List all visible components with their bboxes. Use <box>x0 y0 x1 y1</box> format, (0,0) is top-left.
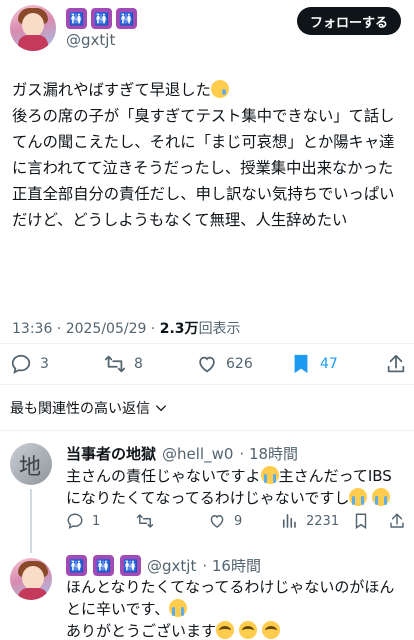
reply2-handle[interactable]: @gxtjt <box>147 557 196 575</box>
crying-face-emoji-icon <box>169 599 188 617</box>
avatar-body <box>18 588 48 600</box>
retweet-icon <box>136 514 154 528</box>
reply1-reply-count: 1 <box>92 513 101 529</box>
tweet-timestamp[interactable]: 13:36 · 2025/05/29 · <box>12 321 160 337</box>
reply1-time: · 18時間 <box>239 445 299 463</box>
reply-sort-selector[interactable]: 最も関連性の高い返信 <box>10 398 168 418</box>
crying-face-emoji-icon <box>260 466 279 484</box>
reply1-like-count: 9 <box>234 513 243 529</box>
share-icon <box>390 513 404 528</box>
crying-face-emoji-icon <box>349 488 368 506</box>
avatar-body <box>18 35 48 51</box>
avatar-face <box>22 566 44 590</box>
reply1-like-button[interactable]: 9 <box>208 512 242 530</box>
reply1-reply-button[interactable]: 1 <box>66 512 100 530</box>
thread-line <box>30 489 32 553</box>
bookmark-count: 47 <box>320 356 338 372</box>
share-button[interactable] <box>385 353 407 375</box>
sad-face-emoji-icon <box>210 80 229 98</box>
author-handle[interactable]: @gxtjt <box>66 31 115 49</box>
bookmark-icon <box>355 513 367 530</box>
pleading-face-emoji-icon <box>238 621 257 639</box>
tweet-text: ガス漏れやばすぎて早退した 後ろの席の子が「臭すぎてテスト集中できない」て話して… <box>12 77 404 233</box>
avatar-face <box>22 13 44 37</box>
tweet-text-body: 後ろの席の子が「臭すぎてテスト集中できない」て話してんの聞こえたし、それに「まじ… <box>12 107 395 229</box>
reply1-avatar[interactable]: 地 <box>10 443 52 485</box>
heart-icon <box>199 356 215 373</box>
restroom-emoji-icon: 🚻 <box>66 8 87 29</box>
heart-icon <box>210 515 224 528</box>
view-count-label: 回表示 <box>198 321 241 337</box>
reply2-text: ほんとなりたくてなってるわけじゃないのがほんとに辛いです、 ありがとうございます <box>66 576 406 640</box>
reply-icon <box>11 354 31 374</box>
author-avatar[interactable] <box>10 5 56 51</box>
chevron-down-icon <box>155 405 167 412</box>
reply1-retweet-button[interactable] <box>136 512 154 530</box>
reply2-avatar[interactable] <box>10 558 52 600</box>
restroom-emoji-icon: 🚻 <box>66 555 87 576</box>
like-button[interactable]: 626 <box>196 353 253 375</box>
bookmark-button[interactable]: 47 <box>290 353 338 375</box>
reply1-handle[interactable]: @hell_w0 <box>162 445 233 463</box>
reply-count: 3 <box>40 356 49 372</box>
tweet-action-bar: 3 8 626 47 <box>0 343 414 385</box>
reply-sort-label: 最も関連性の高い返信 <box>10 401 150 417</box>
analytics-icon <box>282 514 296 528</box>
reply1-views-button[interactable]: 2231 <box>280 512 339 530</box>
reply1-text-a: 主さんの責任じゃないですよ <box>66 467 261 485</box>
reply1-text: 主さんの責任じゃないですよ 主さんだってIBSになりたくてなってるわけじゃないです… <box>66 465 406 509</box>
follow-button[interactable]: フォローする <box>297 7 401 35</box>
reply2-text-b: ありがとうございます <box>66 622 217 640</box>
bookmark-filled-icon <box>294 354 308 374</box>
pleading-face-emoji-icon <box>261 621 280 639</box>
reply1-share-button[interactable] <box>388 512 406 530</box>
share-icon <box>387 354 405 373</box>
reply2-text-a: ほんとなりたくてなってるわけじゃないのがほんとに辛いです、 <box>66 578 395 618</box>
reply-button[interactable]: 3 <box>10 353 49 375</box>
tweet-text-line1: ガス漏れやばすぎて早退した <box>12 81 211 99</box>
tweet-meta: 13:36 · 2025/05/29 · 2.3万回表示 <box>12 318 241 338</box>
restroom-emoji-icon: 🚻 <box>116 8 137 29</box>
pleading-face-emoji-icon <box>216 621 235 639</box>
reply2-header: 🚻 🚻 🚻 @gxtjt · 16時間 <box>66 555 261 576</box>
restroom-emoji-icon: 🚻 <box>120 555 141 576</box>
retweet-icon <box>104 355 126 373</box>
section-divider <box>0 430 414 431</box>
reply1-view-count: 2231 <box>306 513 340 529</box>
reply2-time: · 16時間 <box>202 557 261 575</box>
restroom-emoji-icon: 🚻 <box>93 555 114 576</box>
author-name-badges: 🚻 🚻 🚻 <box>66 8 137 29</box>
view-count: 2.3万 <box>159 321 199 337</box>
retweet-count: 8 <box>134 356 143 372</box>
crying-face-emoji-icon <box>372 488 391 506</box>
reply-icon <box>67 513 83 530</box>
reply1-header: 当事者の地獄 @hell_w0 · 18時間 <box>66 443 298 464</box>
retweet-button[interactable]: 8 <box>104 353 143 375</box>
reply1-action-bar: 1 9 2231 <box>66 512 406 534</box>
avatar-glyph: 地 <box>19 455 42 480</box>
reply1-name[interactable]: 当事者の地獄 <box>66 443 156 464</box>
restroom-emoji-icon: 🚻 <box>91 8 112 29</box>
like-count: 626 <box>226 356 253 372</box>
reply1-bookmark-button[interactable] <box>352 512 370 530</box>
